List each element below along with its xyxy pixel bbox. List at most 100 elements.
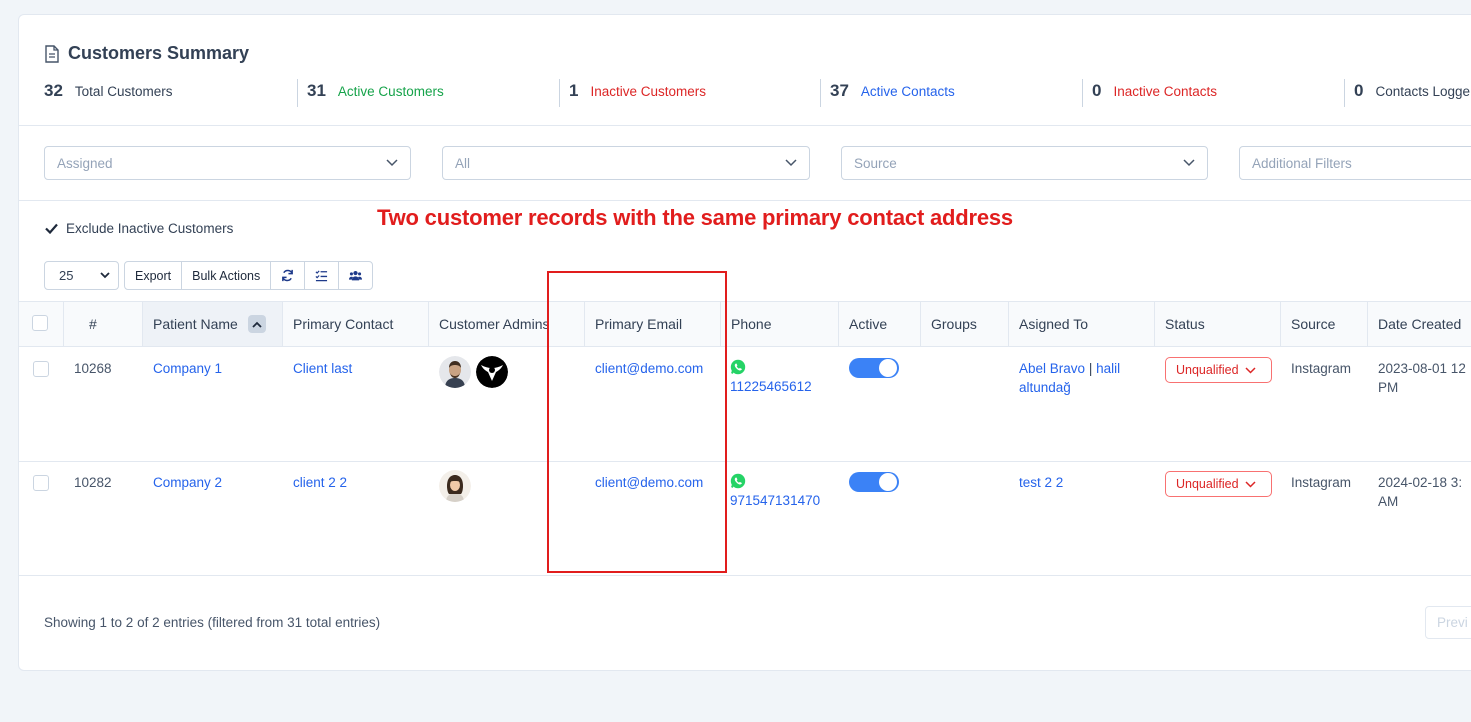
summary-stats: 32 Total Customers 31 Active Customers 1… bbox=[44, 79, 1471, 107]
all-filter-value: All bbox=[455, 155, 471, 171]
bulk-actions-button[interactable]: Bulk Actions bbox=[182, 262, 272, 289]
document-icon bbox=[45, 44, 59, 63]
row-id: 10282 bbox=[74, 475, 112, 490]
customer-name-link[interactable]: Company 1 bbox=[153, 359, 222, 378]
exclude-inactive-checkbox[interactable]: Exclude Inactive Customers bbox=[44, 221, 233, 236]
row-id: 10268 bbox=[74, 361, 112, 376]
table-row: 10282 Company 2 client 2 2 client@demo.c… bbox=[19, 461, 1471, 576]
column-header-primary-contact[interactable]: Primary Contact bbox=[283, 302, 429, 346]
admin-avatar[interactable] bbox=[439, 356, 471, 388]
assigned-user-link[interactable]: altundağ bbox=[1019, 380, 1071, 395]
refresh-button[interactable] bbox=[271, 262, 306, 289]
date-created-cell: 2024-02-18 3: AM bbox=[1378, 473, 1462, 511]
table-toolbar: 25 Export Bulk Actions bbox=[44, 261, 374, 290]
date-created-value: 2023-08-01 12 bbox=[1378, 361, 1466, 376]
select-all-header bbox=[19, 302, 64, 346]
active-toggle[interactable] bbox=[849, 472, 899, 492]
source-filter[interactable]: Source bbox=[841, 146, 1208, 180]
stat-number: 32 bbox=[44, 81, 63, 100]
stat-label: Active Customers bbox=[337, 84, 444, 99]
previous-page-button[interactable]: Previ bbox=[1425, 606, 1471, 639]
checkmark-icon bbox=[44, 222, 58, 236]
assigned-user-link[interactable]: test 2 2 bbox=[1019, 475, 1063, 490]
stat-inactive-contacts[interactable]: 0 Inactive Contacts bbox=[1082, 79, 1344, 107]
status-label: Unqualified bbox=[1176, 363, 1239, 377]
primary-contact-link[interactable]: client 2 2 bbox=[293, 473, 347, 492]
summary-heading: Customers Summary bbox=[44, 43, 249, 64]
page-size-value: 25 bbox=[59, 268, 74, 283]
assigned-user-link[interactable]: Abel Bravo bbox=[1019, 361, 1085, 376]
table-actions-group: Export Bulk Actions bbox=[124, 261, 374, 290]
customer-name-link[interactable]: Company 2 bbox=[153, 473, 222, 492]
annotation-caption: Two customer records with the same prima… bbox=[377, 205, 1013, 230]
row-checkbox[interactable] bbox=[33, 475, 49, 491]
contacts-button[interactable] bbox=[339, 262, 372, 289]
chevron-down-icon bbox=[785, 159, 797, 167]
whatsapp-icon[interactable] bbox=[730, 473, 746, 489]
column-header-assigned-to[interactable]: Asigned To bbox=[1009, 302, 1155, 346]
column-header-phone[interactable]: Phone bbox=[721, 302, 839, 346]
status-dropdown[interactable]: Unqualified bbox=[1165, 471, 1272, 497]
pagination-info: Showing 1 to 2 of 2 entries (filtered fr… bbox=[44, 615, 381, 630]
phone-cell: 11225465612 bbox=[730, 359, 812, 396]
whatsapp-icon[interactable] bbox=[730, 359, 746, 375]
assigned-filter[interactable]: Assigned bbox=[44, 146, 411, 180]
column-header-patient-name[interactable]: Patient Name bbox=[143, 302, 283, 346]
date-created-ampm: PM bbox=[1378, 380, 1399, 395]
stat-number: 37 bbox=[830, 81, 849, 100]
sort-asc-icon[interactable] bbox=[247, 315, 266, 333]
chevron-down-icon bbox=[1245, 480, 1256, 488]
source-filter-placeholder: Source bbox=[854, 155, 897, 171]
assigned-to-cell: Abel Bravo | halil altundağ bbox=[1019, 359, 1149, 397]
chevron-down-icon bbox=[386, 159, 398, 167]
active-toggle[interactable] bbox=[849, 358, 899, 378]
column-header-label: Patient Name bbox=[153, 316, 238, 332]
stat-number: 0 bbox=[1092, 81, 1102, 100]
date-created-ampm: AM bbox=[1378, 494, 1399, 509]
divider bbox=[19, 200, 1471, 201]
column-header-source[interactable]: Source bbox=[1281, 302, 1368, 346]
export-button[interactable]: Export bbox=[125, 262, 183, 289]
stat-label: Active Contacts bbox=[860, 84, 955, 99]
row-checkbox[interactable] bbox=[33, 361, 49, 377]
divider bbox=[19, 125, 1471, 126]
select-all-checkbox[interactable] bbox=[32, 315, 48, 331]
source-value: Instagram bbox=[1291, 475, 1352, 490]
status-dropdown[interactable]: Unqualified bbox=[1165, 357, 1272, 383]
column-header-id[interactable]: # bbox=[64, 302, 143, 346]
assigned-user-link[interactable]: halil bbox=[1096, 361, 1120, 376]
phone-cell: 971547131470 bbox=[730, 473, 820, 510]
stat-label: Contacts Logge bbox=[1375, 84, 1471, 99]
chevron-down-icon bbox=[1183, 159, 1195, 167]
stat-label: Total Customers bbox=[74, 84, 173, 99]
primary-contact-link[interactable]: Client last bbox=[293, 359, 352, 378]
column-toggle-button[interactable] bbox=[305, 262, 340, 289]
column-header-date-created[interactable]: Date Created bbox=[1368, 302, 1471, 346]
stat-number: 1 bbox=[569, 81, 579, 100]
stat-number: 0 bbox=[1354, 81, 1364, 100]
customers-card: Customers Summary 32 Total Customers 31 … bbox=[18, 14, 1471, 671]
stat-number: 31 bbox=[307, 81, 326, 100]
additional-filters[interactable]: Additional Filters bbox=[1239, 146, 1471, 180]
summary-title: Customers Summary bbox=[68, 43, 250, 63]
column-header-groups[interactable]: Groups bbox=[921, 302, 1009, 346]
list-check-icon bbox=[315, 270, 328, 282]
phone-number-link[interactable]: 11225465612 bbox=[730, 379, 812, 394]
chevron-down-icon bbox=[1245, 366, 1256, 374]
stat-active-contacts[interactable]: 37 Active Contacts bbox=[820, 79, 1082, 107]
assigned-separator: | bbox=[1088, 361, 1093, 376]
status-all-filter[interactable]: All bbox=[442, 146, 810, 180]
column-header-status[interactable]: Status bbox=[1155, 302, 1281, 346]
column-header-active[interactable]: Active bbox=[839, 302, 921, 346]
admin-avatar[interactable] bbox=[439, 470, 471, 502]
stat-total-customers: 32 Total Customers bbox=[44, 79, 297, 107]
table-header: # Patient Name Primary Contact Customer … bbox=[19, 301, 1471, 347]
stat-active-customers[interactable]: 31 Active Customers bbox=[297, 79, 559, 107]
page-size-select[interactable]: 25 bbox=[44, 261, 119, 290]
stat-contacts-logged: 0 Contacts Logge bbox=[1344, 79, 1471, 107]
phone-number-link[interactable]: 971547131470 bbox=[730, 493, 820, 508]
date-created-value: 2024-02-18 3: bbox=[1378, 475, 1463, 490]
stat-inactive-customers[interactable]: 1 Inactive Customers bbox=[559, 79, 820, 107]
admin-avatar[interactable] bbox=[476, 356, 508, 388]
users-icon bbox=[349, 270, 363, 281]
